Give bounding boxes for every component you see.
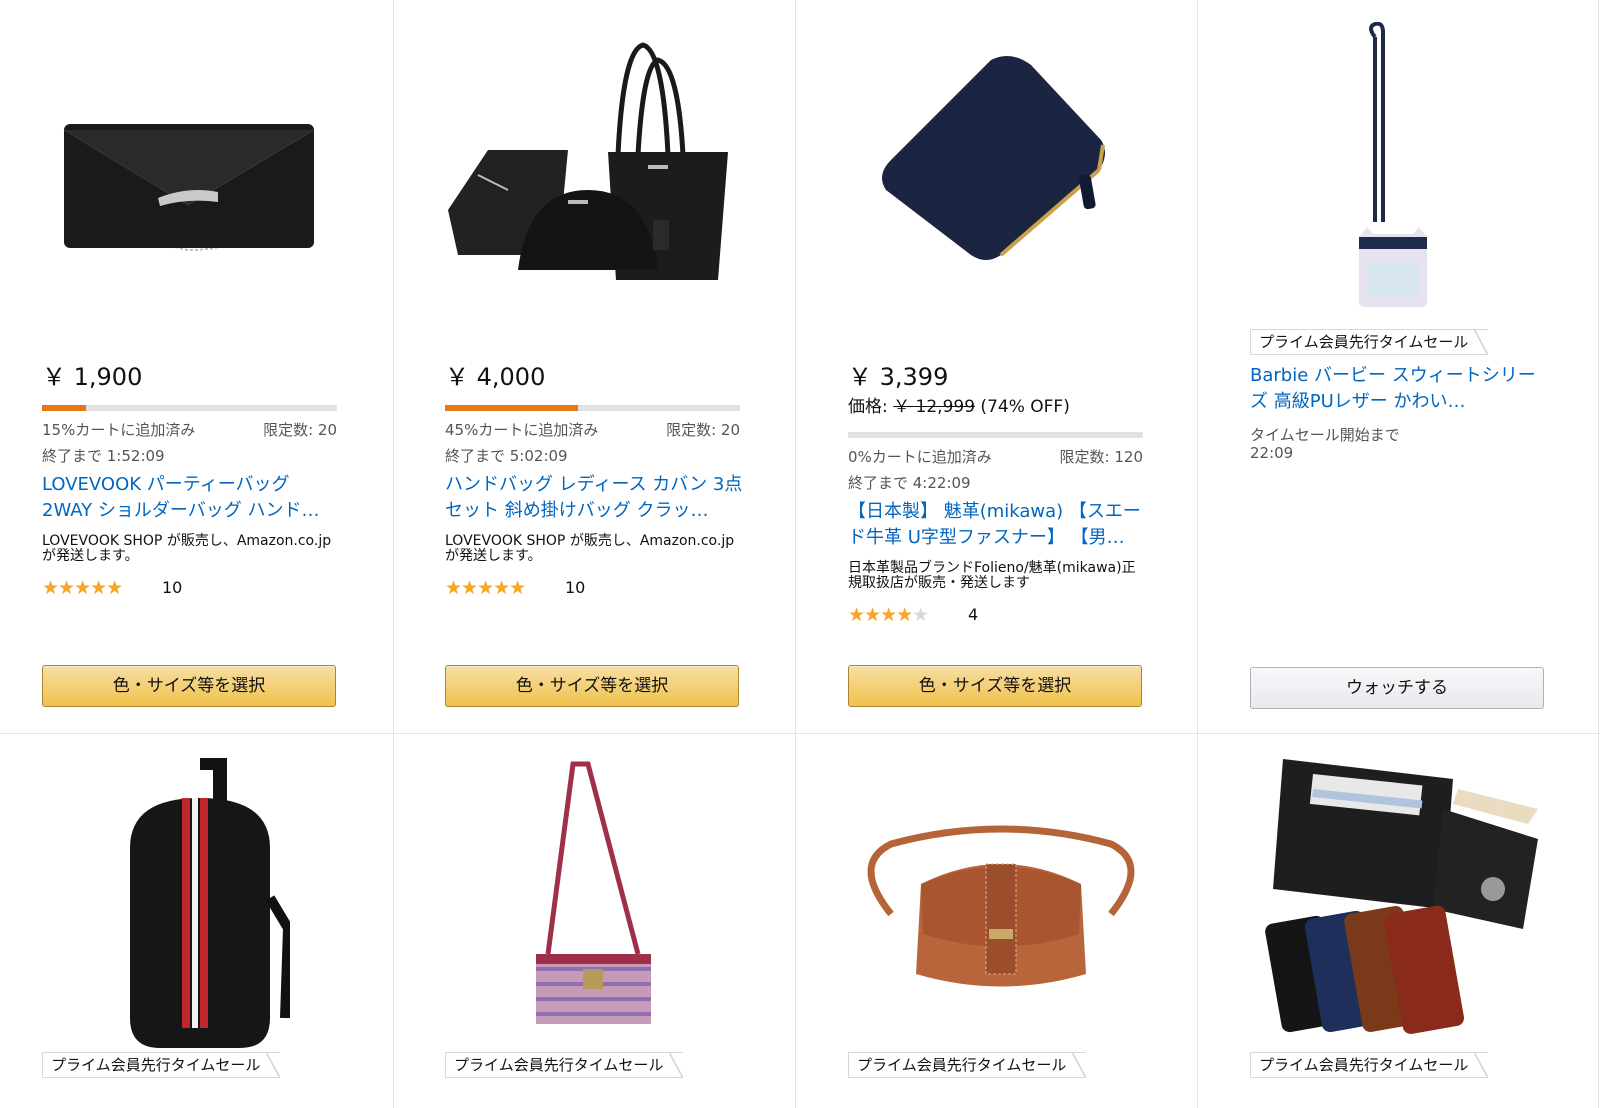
- star-rating-icon[interactable]: ★★★★★: [445, 577, 526, 599]
- deal-card: ￥ 4,000 45%カートに追加済み 限定数: 20 終了まで 5:02:09…: [403, 0, 804, 733]
- full-stars: ★★★★: [848, 604, 913, 626]
- deal-price: ￥ 3,399: [848, 363, 949, 391]
- watch-button[interactable]: ウォッチする: [1250, 667, 1544, 709]
- deal-card: プライム会員先行タイムセール: [806, 734, 1207, 1108]
- seller-info: 日本革製品ブランドFolieno/魅革(mikawa)正規取扱店が販売・発送しま…: [848, 560, 1136, 591]
- product-image-card-holder[interactable]: [1353, 22, 1433, 312]
- product-image-shoulder-bag[interactable]: [528, 754, 658, 1054]
- claimed-progress-fill: [42, 405, 87, 411]
- claimed-text: 0%カートに追加済み: [848, 448, 992, 466]
- deal-card: プライム会員先行タイムセール: [403, 734, 804, 1108]
- limit-text: 限定数: 20: [666, 421, 740, 439]
- star-rating-icon[interactable]: ★★★★★: [42, 577, 123, 599]
- deals-grid: ￥ 1,900 15%カートに追加済み 限定数: 20 終了まで 1:52:09…: [0, 0, 1600, 1108]
- half-star-icon: ★: [912, 604, 929, 626]
- prime-early-access-badge: プライム会員先行タイムセール: [42, 1052, 281, 1078]
- time-remaining: 終了まで 4:22:09: [848, 474, 971, 492]
- review-count[interactable]: 10: [565, 578, 585, 597]
- product-image-wallets[interactable]: [1253, 749, 1553, 1049]
- deal-card: ￥ 3,399 価格: ￥ 12,999 (74% OFF) 0%カートに追加済…: [806, 0, 1207, 733]
- prime-early-access-badge: プライム会員先行タイムセール: [445, 1052, 684, 1078]
- claimed-text: 15%カートに追加済み: [42, 421, 196, 439]
- claimed-progress-bar: [42, 405, 337, 411]
- product-title-link[interactable]: LOVEVOOK パーティーバッグ 2WAY ショルダーバッグ ハンド…: [42, 472, 342, 524]
- claimed-progress-bar: [445, 405, 740, 411]
- deal-card: ￥ 1,900 15%カートに追加済み 限定数: 20 終了まで 1:52:09…: [0, 0, 401, 733]
- countdown-label: タイムセール開始まで: [1250, 426, 1400, 444]
- limit-text: 限定数: 120: [1059, 448, 1143, 466]
- claimed-text: 45%カートに追加済み: [445, 421, 599, 439]
- list-price-label: 価格:: [848, 397, 894, 417]
- select-options-button[interactable]: 色・サイズ等を選択: [445, 665, 739, 707]
- product-title-link[interactable]: Barbie バービー スウィートシリーズ 高級PUレザー かわい…: [1250, 363, 1550, 415]
- claimed-progress-fill: [445, 405, 578, 411]
- product-image-crossbody-bag[interactable]: [851, 824, 1151, 1004]
- review-count[interactable]: 10: [162, 578, 182, 597]
- product-image-wallet[interactable]: [871, 50, 1131, 270]
- time-remaining: 終了まで 5:02:09: [445, 447, 568, 465]
- deal-card: プライム会員先行タイムセール: [1208, 734, 1600, 1108]
- product-image-sling-bag[interactable]: [110, 758, 290, 1058]
- prime-early-access-badge: プライム会員先行タイムセール: [1250, 329, 1489, 355]
- time-remaining: 終了まで 1:52:09: [42, 447, 165, 465]
- product-title-link[interactable]: ハンドバッグ レディース カバン 3点セット 斜め掛けバッグ クラッ…: [445, 472, 745, 524]
- select-options-button[interactable]: 色・サイズ等を選択: [848, 665, 1142, 707]
- deal-price: ￥ 1,900: [42, 363, 143, 391]
- select-options-button[interactable]: 色・サイズ等を選択: [42, 665, 336, 707]
- discount-text: (74% OFF): [975, 397, 1070, 417]
- list-price: 価格: ￥ 12,999 (74% OFF): [848, 392, 1070, 417]
- product-image-handbag-set[interactable]: [448, 40, 738, 280]
- prime-early-access-badge: プライム会員先行タイムセール: [1250, 1052, 1489, 1078]
- prime-early-access-badge: プライム会員先行タイムセール: [848, 1052, 1087, 1078]
- seller-info: LOVEVOOK SHOP が販売し、Amazon.co.jpが発送します。: [42, 533, 332, 564]
- star-rating-icon[interactable]: ★★★★★: [848, 604, 929, 626]
- product-title-link[interactable]: 【日本製】 魅革(mikawa) 【スエード牛革 U字型ファスナー】 【男…: [848, 499, 1148, 551]
- deal-card: プライム会員先行タイムセール: [0, 734, 401, 1108]
- product-image-clutch[interactable]: [58, 110, 328, 260]
- seller-info: LOVEVOOK SHOP が販売し、Amazon.co.jpが発送します。: [445, 533, 735, 564]
- limit-text: 限定数: 20: [263, 421, 337, 439]
- deal-price: ￥ 4,000: [445, 363, 546, 391]
- list-price-value: ￥ 12,999: [893, 397, 976, 417]
- countdown-time: 22:09: [1250, 444, 1294, 462]
- deal-card: プライム会員先行タイムセール Barbie バービー スウィートシリーズ 高級P…: [1208, 0, 1600, 733]
- review-count[interactable]: 4: [968, 605, 978, 624]
- claimed-progress-bar: [848, 432, 1143, 438]
